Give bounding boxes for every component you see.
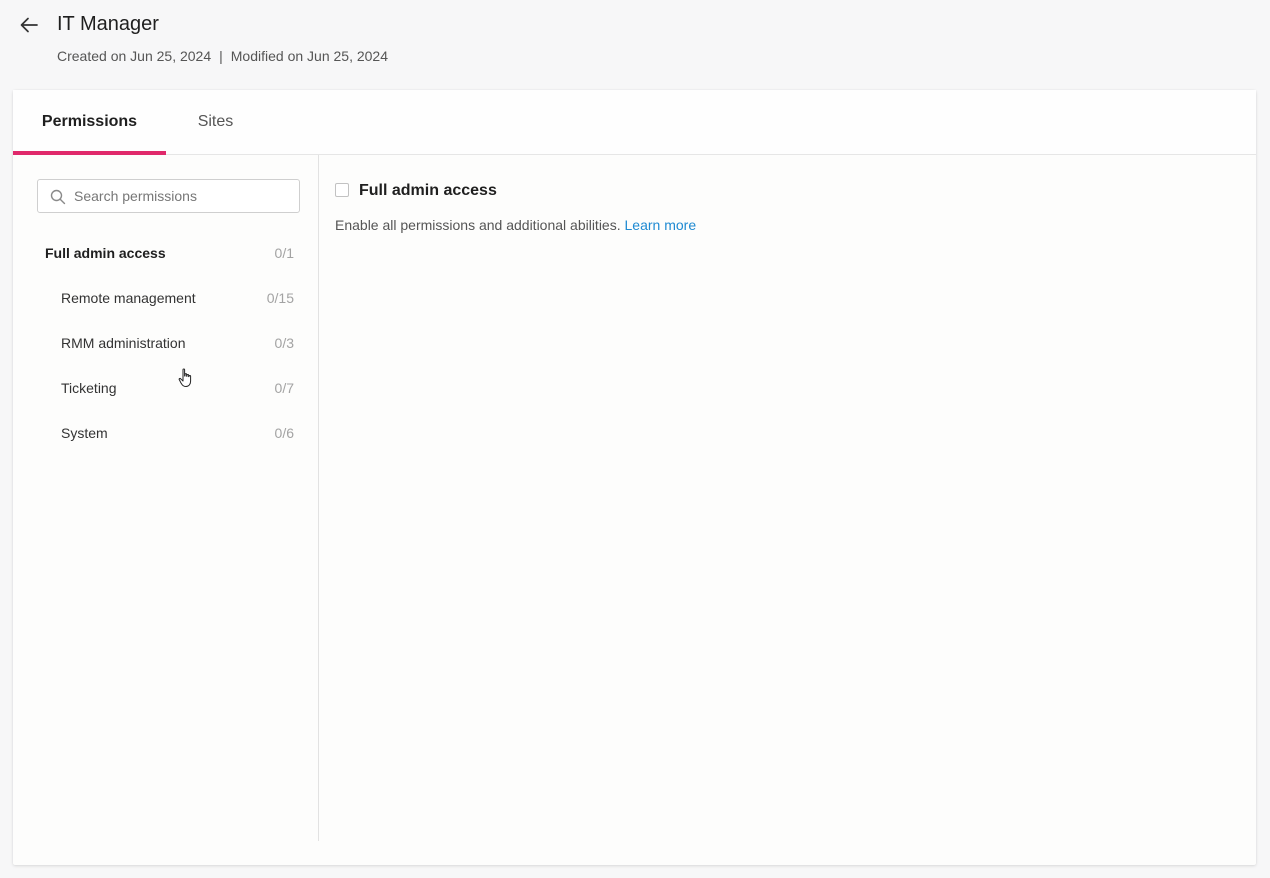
permission-description: Enable all permissions and additional ab… bbox=[335, 217, 696, 233]
permission-item-remote-management[interactable]: Remote management 0/15 bbox=[13, 276, 318, 321]
tab-bar: Permissions Sites bbox=[13, 90, 1256, 155]
permission-item-ticketing[interactable]: Ticketing 0/7 bbox=[13, 366, 318, 411]
created-date: Created on Jun 25, 2024 bbox=[57, 48, 212, 64]
permission-detail: Full admin access Enable all permissions… bbox=[335, 155, 1235, 841]
full-admin-access-checkbox[interactable] bbox=[335, 183, 349, 197]
page-title: IT Manager bbox=[57, 13, 159, 35]
permission-count: 0/7 bbox=[274, 380, 294, 396]
tab-sites[interactable]: Sites bbox=[183, 90, 248, 154]
search-box[interactable] bbox=[37, 179, 300, 213]
search-input[interactable] bbox=[74, 180, 294, 212]
permission-item-full-admin-access[interactable]: Full admin access 0/1 bbox=[13, 231, 318, 276]
role-card: Permissions Sites Full admin access 0/1 … bbox=[13, 90, 1256, 865]
permission-item-system[interactable]: System 0/6 bbox=[13, 411, 318, 456]
permission-item-rmm-administration[interactable]: RMM administration 0/3 bbox=[13, 321, 318, 366]
page-header: IT Manager Created on Jun 25, 2024 | Modif… bbox=[0, 0, 1270, 90]
back-button[interactable] bbox=[16, 12, 42, 38]
permission-label: RMM administration bbox=[61, 335, 186, 351]
permission-count: 0/15 bbox=[266, 290, 294, 306]
permissions-sidebar: Full admin access 0/1 Remote management … bbox=[13, 155, 319, 841]
modified-date: Modified on Jun 25, 2024 bbox=[230, 48, 388, 64]
permission-count: 0/3 bbox=[274, 335, 294, 351]
arrow-left-icon bbox=[20, 17, 38, 33]
tab-permissions[interactable]: Permissions bbox=[13, 90, 166, 155]
search-icon bbox=[50, 189, 66, 205]
permission-label: Remote management bbox=[61, 290, 196, 306]
permission-count: 0/6 bbox=[274, 425, 294, 441]
meta-separator: | bbox=[219, 48, 223, 64]
permission-title: Full admin access bbox=[359, 182, 497, 199]
permission-label: System bbox=[61, 425, 108, 441]
permission-list: Full admin access 0/1 Remote management … bbox=[13, 231, 318, 456]
permission-label: Full admin access bbox=[45, 245, 166, 261]
permission-label: Ticketing bbox=[61, 380, 117, 396]
description-text: Enable all permissions and additional ab… bbox=[335, 217, 621, 233]
meta-info: Created on Jun 25, 2024 | Modified on Jun … bbox=[57, 48, 388, 64]
permission-count: 0/1 bbox=[274, 245, 294, 261]
learn-more-link[interactable]: Learn more bbox=[625, 217, 697, 233]
